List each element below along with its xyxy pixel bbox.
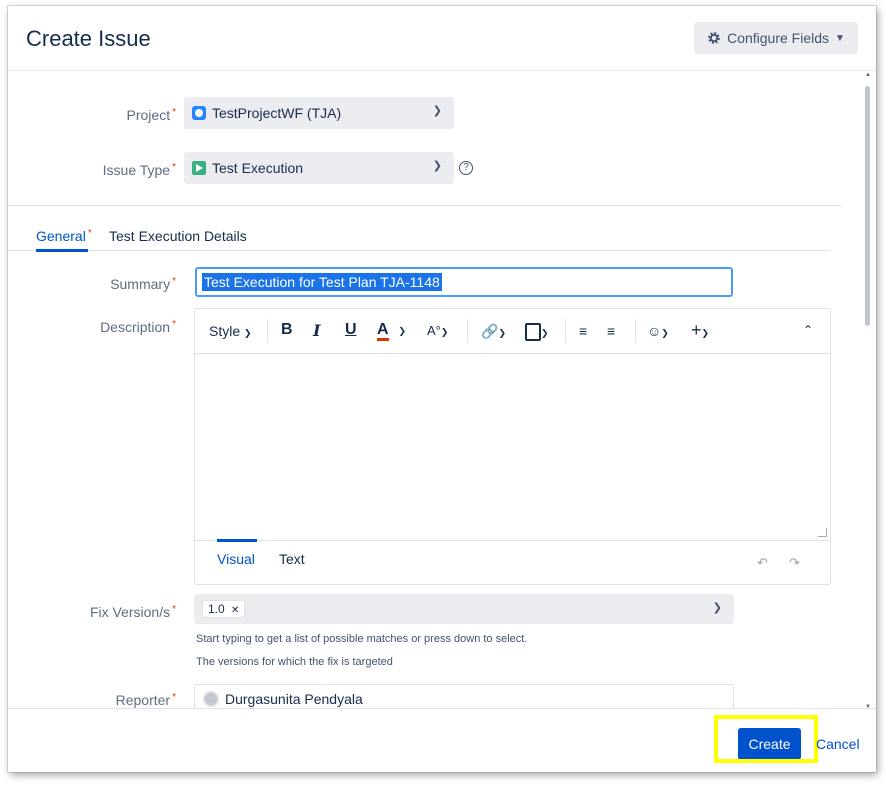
configure-fields-label: Configure Fields	[727, 30, 830, 46]
description-textarea[interactable]	[195, 354, 830, 540]
link-icon[interactable]: 🔗❯	[481, 323, 506, 340]
summary-label: Summary *	[110, 276, 176, 292]
insert-more-icon[interactable]: +❯	[691, 320, 709, 341]
editor-footer: Visual Text ↶ ↷	[195, 539, 830, 585]
project-value: TestProjectWF (TJA)	[212, 105, 342, 121]
create-issue-dialog: Create Issue Configure Fields ▼ ▲ ▼ Proj…	[8, 6, 876, 772]
tab-visual[interactable]: Visual	[217, 551, 255, 567]
bold-button[interactable]: B	[281, 321, 293, 339]
description-editor: Style ❯ B I U A ❯ A°❯ 🔗❯ ❯ ≡ ≡ ☺❯ +❯ ⌃ V…	[194, 308, 831, 585]
summary-input[interactable]: Test Execution for Test Plan TJA-1148	[195, 267, 733, 297]
test-execution-icon	[192, 161, 206, 175]
scroll-up-icon[interactable]: ▲	[865, 72, 871, 78]
project-select[interactable]: TestProjectWF (TJA) ❯	[184, 97, 454, 129]
fix-version-label: Fix Version/s *	[89, 604, 176, 620]
tab-text[interactable]: Text	[279, 551, 305, 567]
attachment-icon[interactable]: ❯	[525, 323, 549, 342]
issue-type-label: Issue Type *	[102, 162, 176, 178]
issue-type-select[interactable]: Test Execution ❯	[184, 152, 454, 184]
chevron-down-icon: ▼	[835, 32, 845, 44]
gear-icon	[708, 32, 720, 44]
redo-icon[interactable]: ↷	[789, 555, 800, 571]
editor-toolbar: Style ❯ B I U A ❯ A°❯ 🔗❯ ❯ ≡ ≡ ☺❯ +❯ ⌃	[195, 309, 830, 354]
project-avatar-icon	[192, 106, 206, 120]
chevron-down-icon: ❯	[432, 160, 442, 172]
collapse-toolbar-icon[interactable]: ⌃	[803, 323, 813, 337]
fix-version-help-2: The versions for which the fix is target…	[196, 656, 393, 668]
bullet-list-icon[interactable]: ≡	[579, 323, 587, 339]
numbered-list-icon[interactable]: ≡	[607, 323, 615, 339]
divider	[8, 205, 842, 206]
highlight-box	[714, 715, 818, 763]
fix-version-help-1: Start typing to get a list of possible m…	[196, 633, 528, 645]
scrollbar[interactable]: ▲ ▼	[862, 72, 872, 710]
emoji-icon[interactable]: ☺❯	[647, 323, 669, 339]
reporter-label: Reporter *	[115, 692, 176, 708]
issue-type-value: Test Execution	[212, 160, 304, 176]
dialog-title: Create Issue	[26, 26, 151, 51]
help-icon[interactable]: ?	[459, 161, 473, 175]
dialog-header: Create Issue Configure Fields ▼	[8, 6, 876, 71]
dialog-footer: Create Cancel	[8, 708, 876, 772]
fix-version-select[interactable]: 1.0 ✕ ❯	[194, 594, 734, 624]
project-label: Project *	[126, 107, 176, 123]
remove-icon[interactable]: ✕	[231, 605, 239, 616]
fix-version-chip[interactable]: 1.0 ✕	[202, 600, 246, 618]
chevron-down-icon: ❯	[432, 105, 442, 117]
chevron-down-icon: ❯	[712, 602, 722, 614]
field-tabs: General * Test Execution Details	[8, 224, 830, 252]
underline-button[interactable]: U	[345, 321, 357, 339]
tab-general[interactable]: General *	[36, 228, 92, 244]
toolbar-separator	[467, 319, 468, 343]
italic-button[interactable]: I	[313, 321, 320, 340]
toolbar-separator	[267, 319, 268, 343]
configure-fields-button[interactable]: Configure Fields ▼	[694, 22, 858, 54]
visual-tab-indicator	[217, 539, 257, 542]
avatar	[203, 691, 219, 707]
resize-handle-icon[interactable]	[818, 528, 827, 537]
summary-value: Test Execution for Test Plan TJA-1148	[202, 273, 442, 291]
tab-test-execution-details[interactable]: Test Execution Details	[109, 228, 247, 244]
style-dropdown[interactable]: Style ❯	[209, 323, 252, 339]
reporter-value: Durgasunita Pendyala	[225, 691, 363, 707]
undo-icon[interactable]: ↶	[757, 555, 768, 571]
toolbar-separator	[565, 319, 566, 343]
toolbar-separator	[635, 319, 636, 343]
description-label: Description *	[100, 319, 176, 335]
text-effects-icon[interactable]: A°❯	[427, 323, 448, 338]
text-color-button[interactable]: A ❯	[377, 321, 406, 341]
cancel-link[interactable]: Cancel	[816, 736, 860, 752]
scroll-thumb[interactable]	[865, 86, 870, 326]
tab-active-indicator	[36, 249, 88, 252]
